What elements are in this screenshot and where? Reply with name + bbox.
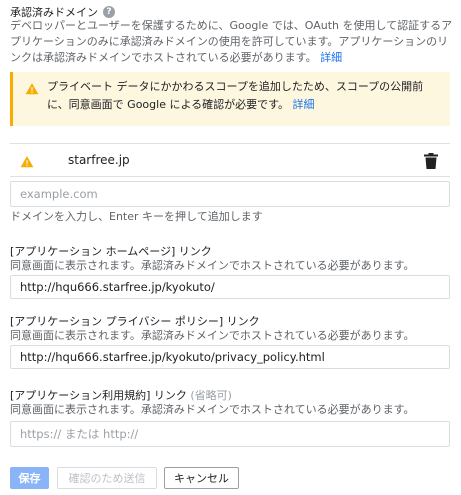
help-icon[interactable]: ?: [103, 6, 115, 18]
submit-for-verification-button[interactable]: 確認のため送信: [57, 467, 157, 489]
description-text: デベロッパーとユーザーを保護するために、Google では、OAuth を使用し…: [10, 19, 453, 64]
privacy-policy-url-input[interactable]: http://hqu666.starfree.jp/kyokuto/privac…: [10, 345, 450, 369]
warning-banner: プライベート データにかかわるスコープを追加したため、スコープの公開前に、同意画…: [10, 72, 450, 126]
privacy-policy-help: 同意画面に表示されます。承認済みドメインでホストされている必要があります。: [10, 329, 415, 342]
details-link[interactable]: 詳細: [320, 51, 342, 64]
cancel-button[interactable]: キャンセル: [164, 467, 239, 489]
warning-text: プライベート データにかかわるスコープを追加したため、スコープの公開前に、同意画…: [47, 78, 442, 114]
delete-icon[interactable]: [424, 153, 438, 169]
new-domain-input[interactable]: example.com: [10, 181, 450, 207]
terms-url-input[interactable]: https:// または http://: [10, 421, 450, 447]
warning-message: プライベート データにかかわるスコープを追加したため、スコープの公開前に、同意画…: [47, 80, 424, 111]
homepage-url-input[interactable]: http://hqu666.starfree.jp/kyokuto/: [10, 275, 450, 299]
domain-name: starfree.jp: [68, 153, 130, 167]
terms-help: 同意画面に表示されます。承認済みドメインでホストされている必要があります。: [10, 403, 415, 416]
authorized-domains-description: デベロッパーとユーザーを保護するために、Google では、OAuth を使用し…: [10, 18, 455, 66]
homepage-help: 同意画面に表示されます。承認済みドメインでホストされている必要があります。: [10, 259, 415, 272]
domain-row: starfree.jp: [10, 143, 450, 177]
warning-details-link[interactable]: 詳細: [293, 98, 315, 111]
new-domain-help: ドメインを入力し、Enter キーを押して追加します: [10, 210, 263, 223]
warning-icon: [25, 83, 39, 95]
warning-icon: [20, 156, 34, 168]
save-button[interactable]: 保存: [10, 467, 49, 489]
